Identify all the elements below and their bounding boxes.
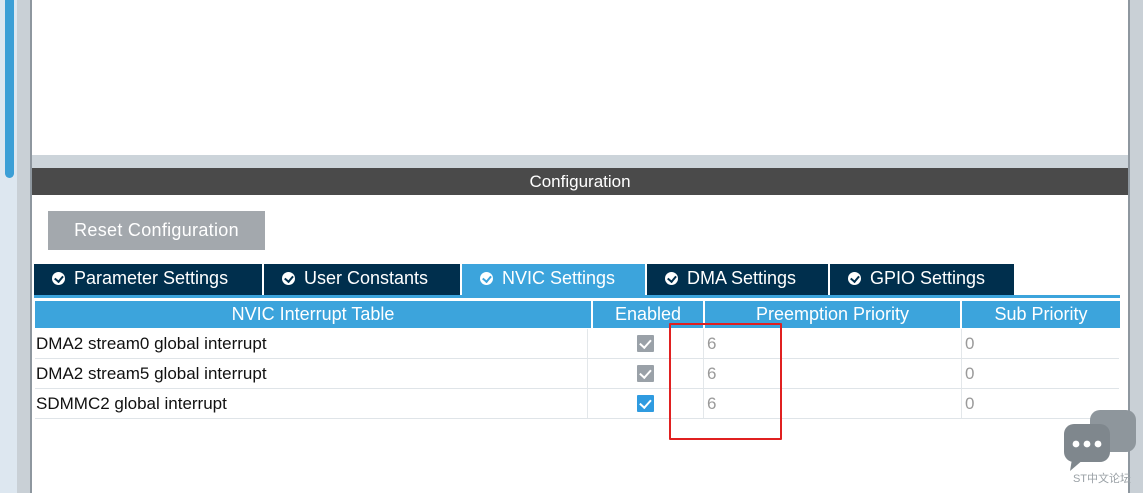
configuration-header: Configuration xyxy=(32,168,1128,195)
table-row[interactable]: DMA2 stream5 global interrupt 6 0 xyxy=(35,359,1119,389)
tab-nvic-settings[interactable]: NVIC Settings xyxy=(462,264,647,295)
tab-label: GPIO Settings xyxy=(870,268,986,288)
watermark-text: ST中文论坛 xyxy=(1072,473,1132,485)
tab-label: DMA Settings xyxy=(687,268,797,288)
check-circle-icon xyxy=(848,272,861,285)
column-header-enabled[interactable]: Enabled xyxy=(593,301,703,328)
table-row[interactable]: DMA2 stream0 global interrupt 6 0 xyxy=(35,329,1119,359)
column-header-interrupt-table[interactable]: NVIC Interrupt Table xyxy=(35,301,591,328)
check-circle-icon xyxy=(282,272,295,285)
tab-parameter-settings[interactable]: Parameter Settings xyxy=(34,264,264,295)
tab-label: User Constants xyxy=(304,268,429,288)
pane-splitter[interactable] xyxy=(32,155,1128,168)
tab-gpio-settings[interactable]: GPIO Settings xyxy=(830,264,1016,295)
mode-pane xyxy=(32,0,1128,155)
enabled-checkbox[interactable] xyxy=(637,365,654,382)
reset-configuration-button[interactable]: Reset Configuration xyxy=(48,211,265,250)
interrupt-name: DMA2 stream0 global interrupt xyxy=(36,334,267,353)
vertical-scrollbar-thumb[interactable] xyxy=(5,0,14,178)
column-header-sub-priority[interactable]: Sub Priority xyxy=(962,301,1120,328)
vertical-scrollbar-track[interactable] xyxy=(0,0,17,493)
check-circle-icon xyxy=(480,272,493,285)
tab-user-constants[interactable]: User Constants xyxy=(264,264,462,295)
sub-priority-cell[interactable]: 0 xyxy=(961,329,1119,358)
interrupt-name: DMA2 stream5 global interrupt xyxy=(36,364,267,383)
preemption-priority-cell[interactable]: 6 xyxy=(703,359,961,388)
tab-label: Parameter Settings xyxy=(74,268,229,288)
sub-priority-cell[interactable]: 0 xyxy=(961,359,1119,388)
check-circle-icon xyxy=(665,272,678,285)
tab-label: NVIC Settings xyxy=(502,268,616,288)
enabled-checkbox[interactable] xyxy=(637,335,654,352)
column-header-preemption-priority[interactable]: Preemption Priority xyxy=(705,301,960,328)
check-circle-icon xyxy=(52,272,65,285)
enabled-checkbox[interactable] xyxy=(637,395,654,412)
tab-strip-underline xyxy=(34,295,1120,298)
tab-dma-settings[interactable]: DMA Settings xyxy=(647,264,830,295)
table-row[interactable]: SDMMC2 global interrupt 6 0 xyxy=(35,389,1119,419)
interrupt-name: SDMMC2 global interrupt xyxy=(36,394,227,413)
preemption-priority-cell[interactable]: 6 xyxy=(703,389,961,418)
preemption-priority-cell[interactable]: 6 xyxy=(703,329,961,358)
